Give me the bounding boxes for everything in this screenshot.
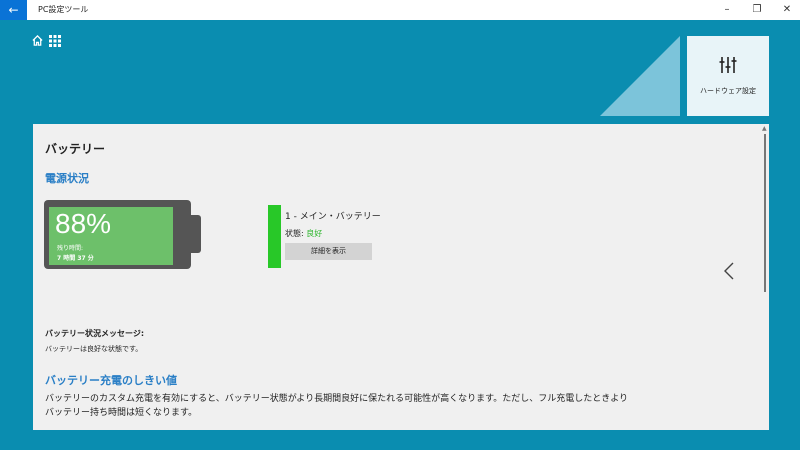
arrow-left-icon: ← bbox=[8, 3, 19, 17]
minimize-button[interactable]: – bbox=[712, 0, 742, 20]
battery-status-indicator bbox=[268, 205, 281, 268]
app-title: PC設定ツール bbox=[38, 5, 89, 14]
scrollbar[interactable] bbox=[764, 134, 766, 292]
state-label: 状態: bbox=[285, 229, 307, 238]
close-button[interactable]: ✕ bbox=[772, 0, 800, 20]
battery-name: 1 - メイン・バッテリー bbox=[285, 212, 381, 222]
back-button[interactable]: ← bbox=[0, 0, 27, 20]
state-value: 良好 bbox=[306, 229, 323, 238]
chevron-left-icon[interactable] bbox=[724, 262, 734, 285]
page-title: バッテリー bbox=[45, 142, 106, 156]
battery-terminal bbox=[191, 215, 201, 253]
maximize-button[interactable]: ❐ bbox=[742, 0, 772, 20]
tile-decoration bbox=[600, 36, 680, 116]
power-status-heading: 電源状況 bbox=[45, 172, 89, 185]
sliders-icon bbox=[687, 56, 769, 79]
grid-icon[interactable] bbox=[49, 35, 61, 49]
home-icon[interactable] bbox=[32, 35, 43, 48]
battery-state: 状態: 良好 bbox=[285, 228, 322, 239]
battery-message-text: バッテリーは良好な状態です。 bbox=[45, 345, 143, 353]
scroll-up-icon[interactable]: ▲ bbox=[762, 125, 767, 132]
hardware-settings-label: ハードウェア設定 bbox=[700, 87, 756, 95]
remaining-time-label: 残り時間: bbox=[57, 245, 84, 252]
hardware-settings-tile[interactable]: ハードウェア設定 bbox=[687, 36, 769, 116]
battery-percentage: 88% bbox=[55, 208, 112, 239]
show-details-button[interactable]: 詳細を表示 bbox=[285, 243, 372, 260]
charge-threshold-heading: バッテリー充電のしきい値 bbox=[45, 374, 177, 387]
battery-message-title: バッテリー状況メッセージ: bbox=[45, 329, 145, 338]
remaining-time-value: 7 時間 37 分 bbox=[57, 255, 94, 262]
title-bar: ← PC設定ツール – ❐ ✕ bbox=[0, 0, 800, 20]
charge-threshold-description: バッテリーのカスタム充電を有効にすると、バッテリー状態がより長期間良好に保たれる… bbox=[45, 394, 629, 418]
